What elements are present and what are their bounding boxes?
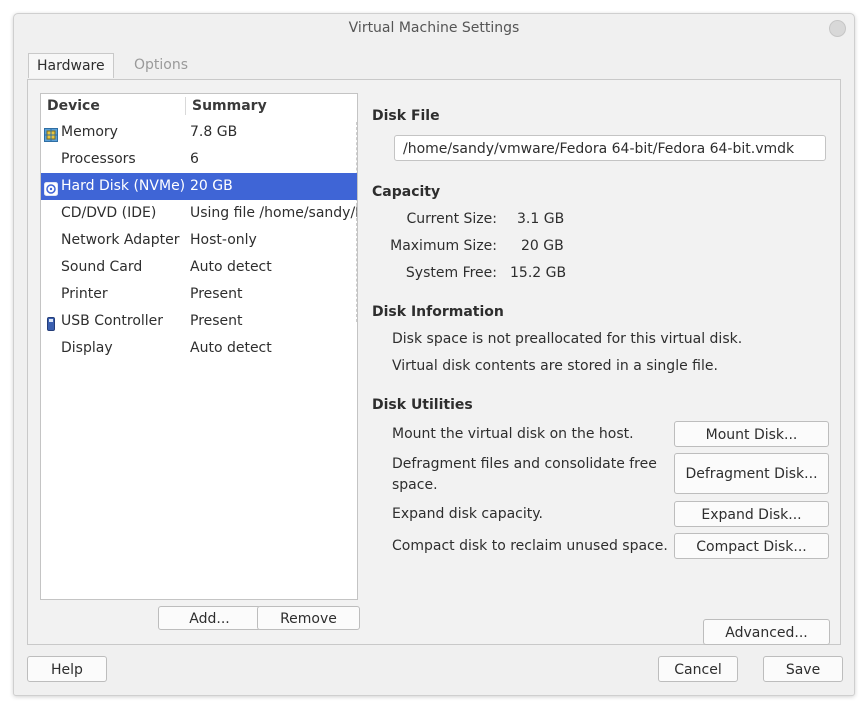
device-name: Network Adapter bbox=[61, 232, 180, 248]
device-summary: Auto detect bbox=[190, 340, 272, 356]
mount-disk-button[interactable]: Mount Disk... bbox=[674, 421, 829, 447]
usb-icon bbox=[44, 314, 58, 331]
expand-disk-button[interactable]: Expand Disk... bbox=[674, 501, 829, 527]
disk-utilities-heading: Disk Utilities bbox=[372, 397, 473, 413]
device-summary: Present bbox=[190, 286, 243, 302]
defragment-description-line2: space. bbox=[392, 477, 438, 493]
device-row-cd-dvd[interactable]: CD/DVD (IDE) Using file /home/sandy/D bbox=[41, 200, 357, 227]
device-name: Printer bbox=[61, 286, 108, 302]
settings-window: Virtual Machine Settings Hardware Option… bbox=[13, 13, 855, 696]
mount-disk-description: Mount the virtual disk on the host. bbox=[392, 426, 634, 442]
device-list-header: Device Summary bbox=[41, 94, 357, 118]
device-row-hard-disk[interactable]: Hard Disk (NVMe) 20 GB bbox=[41, 173, 357, 200]
tab-hardware[interactable]: Hardware bbox=[28, 53, 114, 78]
column-separator bbox=[185, 97, 186, 115]
device-name: USB Controller bbox=[61, 313, 164, 329]
memory-icon bbox=[44, 125, 58, 142]
compact-disk-button[interactable]: Compact Disk... bbox=[674, 533, 829, 559]
device-name: Hard Disk (NVMe) bbox=[61, 178, 186, 194]
maximum-size-value: 20 GB bbox=[521, 238, 564, 254]
capacity-heading: Capacity bbox=[372, 184, 441, 200]
column-header-summary[interactable]: Summary bbox=[192, 98, 267, 114]
device-summary: Present bbox=[190, 313, 243, 329]
device-name: Processors bbox=[61, 151, 136, 167]
disk-file-heading: Disk File bbox=[372, 108, 440, 124]
cancel-button[interactable]: Cancel bbox=[658, 656, 738, 682]
disk-info-preallocation: Disk space is not preallocated for this … bbox=[392, 331, 743, 347]
device-summary: 7.8 GB bbox=[190, 124, 238, 140]
device-list[interactable]: Device Summary Memory 7.8 GB Processors … bbox=[40, 93, 358, 600]
device-row-network-adapter[interactable]: Network Adapter Host-only bbox=[41, 227, 357, 254]
device-name: Memory bbox=[61, 124, 118, 140]
defragment-description-line1: Defragment files and consolidate free bbox=[392, 456, 657, 472]
device-row-usb-controller[interactable]: USB Controller Present bbox=[41, 308, 357, 335]
maximum-size-label: Maximum Size: bbox=[390, 238, 497, 254]
hardware-pane: Device Summary Memory 7.8 GB Processors … bbox=[27, 79, 841, 645]
device-row-printer[interactable]: Printer Present bbox=[41, 281, 357, 308]
device-summary: 6 bbox=[190, 151, 199, 167]
current-size-value: 3.1 GB bbox=[517, 211, 565, 227]
current-size-label: Current Size: bbox=[406, 211, 498, 227]
device-summary: Host-only bbox=[190, 232, 257, 248]
system-free-label: System Free: bbox=[405, 265, 497, 281]
device-row-display[interactable]: Display Auto detect bbox=[41, 335, 357, 362]
compact-disk-description: Compact disk to reclaim unused space. bbox=[392, 538, 668, 554]
remove-device-button[interactable]: Remove bbox=[257, 606, 360, 630]
device-row-memory[interactable]: Memory 7.8 GB bbox=[41, 119, 357, 146]
disk-information-heading: Disk Information bbox=[372, 304, 504, 320]
window-title: Virtual Machine Settings bbox=[348, 20, 520, 36]
device-summary: Using file /home/sandy/D bbox=[190, 205, 358, 221]
expand-disk-description: Expand disk capacity. bbox=[392, 506, 543, 522]
disk-info-single-file: Virtual disk contents are stored in a si… bbox=[392, 358, 718, 374]
save-button[interactable]: Save bbox=[763, 656, 843, 682]
close-window-button[interactable] bbox=[829, 20, 846, 37]
defragment-disk-button[interactable]: Defragment Disk... bbox=[674, 453, 829, 494]
tab-options[interactable]: Options bbox=[126, 53, 196, 77]
column-header-device[interactable]: Device bbox=[47, 98, 100, 114]
device-summary: 20 GB bbox=[190, 178, 233, 194]
device-name: Sound Card bbox=[61, 259, 143, 275]
hard-disk-icon bbox=[44, 179, 58, 196]
device-row-sound-card[interactable]: Sound Card Auto detect bbox=[41, 254, 357, 281]
device-summary: Auto detect bbox=[190, 259, 272, 275]
system-free-value: 15.2 GB bbox=[510, 265, 567, 281]
device-name: Display bbox=[61, 340, 113, 356]
device-row-processors[interactable]: Processors 6 bbox=[41, 146, 357, 173]
help-button[interactable]: Help bbox=[27, 656, 107, 682]
device-name: CD/DVD (IDE) bbox=[61, 205, 157, 221]
add-device-button[interactable]: Add... bbox=[158, 606, 261, 630]
disk-file-path-field[interactable]: /home/sandy/vmware/Fedora 64-bit/Fedora … bbox=[394, 135, 826, 161]
advanced-button[interactable]: Advanced... bbox=[703, 619, 830, 645]
